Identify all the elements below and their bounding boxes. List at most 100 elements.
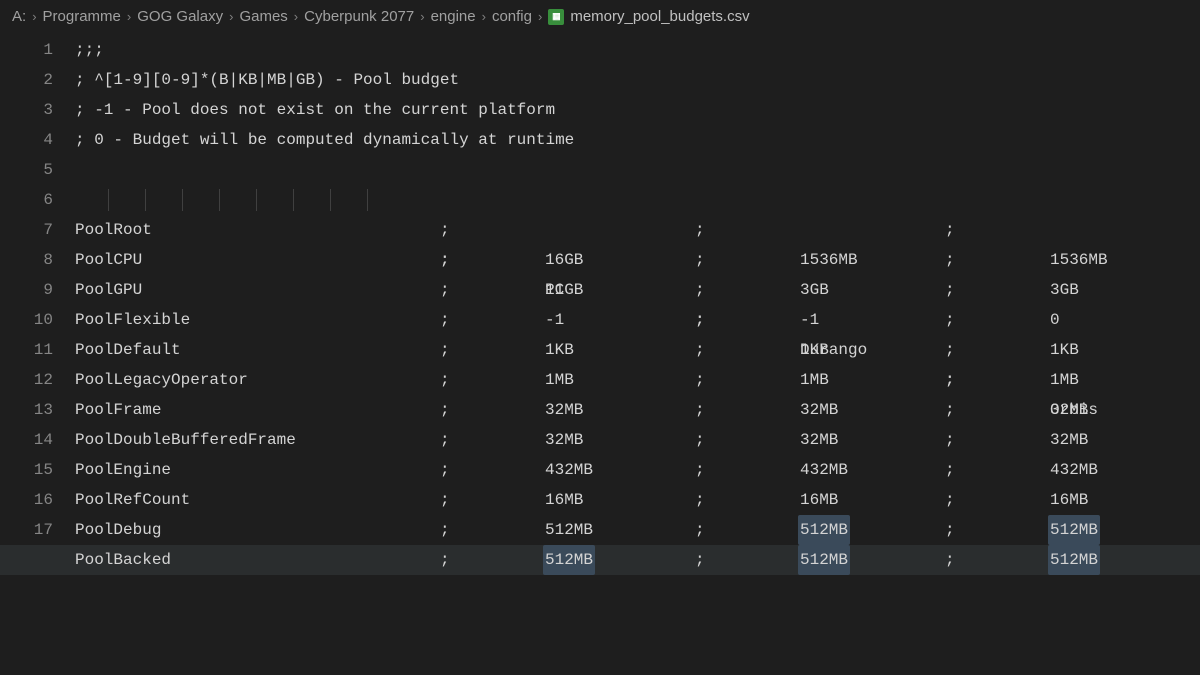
line-number: 2 (0, 65, 53, 95)
data-row[interactable]: PoolRoot;;; (75, 215, 1200, 245)
data-row[interactable]: PoolGPU;11GB;3GB;3GB (75, 275, 1200, 305)
breadcrumb-item-programme[interactable]: Programme (43, 8, 121, 25)
pool-name: PoolDefault (75, 335, 181, 365)
csv-separator: ; (945, 245, 955, 275)
line-number: 15 (0, 455, 53, 485)
csv-separator: ; (440, 455, 450, 485)
pool-name: PoolRoot (75, 215, 152, 245)
breadcrumb-item-engine[interactable]: engine (431, 8, 476, 25)
data-row[interactable]: PoolRefCount;16MB;16MB;16MB (75, 485, 1200, 515)
breadcrumb-item-config[interactable]: config (492, 8, 532, 25)
indent-guides (75, 185, 152, 215)
pool-name: PoolCPU (75, 245, 142, 275)
breadcrumb: A: › Programme › GOG Galaxy › Games › Cy… (0, 0, 1200, 35)
chevron-right-icon: › (482, 9, 486, 24)
value-orbis: 512MB (1048, 545, 1100, 575)
chevron-right-icon: › (538, 9, 542, 24)
data-row[interactable]: PoolDebug;512MB;512MB;512MB (75, 515, 1200, 545)
csv-separator: ; (695, 395, 705, 425)
pool-name: PoolFlexible (75, 305, 190, 335)
code-line[interactable] (75, 155, 1200, 185)
code-editor[interactable]: 1 2 3 4 5 6 7 8 9 10 11 12 13 14 15 16 1… (0, 35, 1200, 672)
line-number: 6 (0, 185, 53, 215)
csv-separator: ; (945, 275, 955, 305)
line-number: 8 (0, 245, 53, 275)
data-row[interactable]: PoolDefault;1KB;1KB;1KB (75, 335, 1200, 365)
data-row[interactable]: PoolDoubleBufferedFrame;32MB;32MB;32MB (75, 425, 1200, 455)
data-row[interactable]: PoolCPU;16GB;1536MB;1536MB (75, 245, 1200, 275)
code-line[interactable]: ; ^[1-9][0-9]*(B|KB|MB|GB) - Pool budget (75, 65, 1200, 95)
header-row[interactable]: ; PC ; Durango ; Orbis (75, 185, 1200, 215)
csv-separator: ; (440, 425, 450, 455)
value-durango: 3GB (800, 275, 829, 305)
csv-separator: ; (945, 305, 955, 335)
csv-separator: ; (695, 305, 705, 335)
value-durango: 16MB (800, 485, 838, 515)
value-pc: 32MB (545, 425, 583, 455)
data-row[interactable]: PoolFrame;32MB;32MB;32MB (75, 395, 1200, 425)
csv-separator: ; (945, 485, 955, 515)
value-pc: 512MB (543, 545, 595, 575)
line-number: 14 (0, 425, 53, 455)
csv-separator: ; (440, 275, 450, 305)
value-pc: 512MB (545, 515, 593, 545)
code-content[interactable]: ;;; ; ^[1-9][0-9]*(B|KB|MB|GB) - Pool bu… (75, 35, 1200, 672)
value-durango: 1KB (800, 335, 829, 365)
chevron-right-icon: › (229, 9, 233, 24)
value-durango: 1536MB (800, 245, 858, 275)
comment-text: ;;; (75, 41, 104, 59)
code-line[interactable]: ; 0 - Budget will be computed dynamicall… (75, 125, 1200, 155)
comment-text: ; 0 - Budget will be computed dynamicall… (75, 131, 574, 149)
csv-separator: ; (695, 425, 705, 455)
line-number-gutter: 1 2 3 4 5 6 7 8 9 10 11 12 13 14 15 16 1… (0, 35, 75, 672)
chevron-right-icon: › (420, 9, 424, 24)
csv-file-icon: ▦ (548, 9, 564, 25)
breadcrumb-item-gog-galaxy[interactable]: GOG Galaxy (137, 8, 223, 25)
breadcrumb-file[interactable]: memory_pool_budgets.csv (570, 8, 749, 25)
line-number: 11 (0, 335, 53, 365)
csv-separator: ; (945, 545, 955, 575)
csv-separator: ; (695, 545, 705, 575)
csv-separator: ; (440, 545, 450, 575)
value-pc: 1KB (545, 335, 574, 365)
csv-separator: ; (695, 215, 705, 245)
csv-separator: ; (695, 365, 705, 395)
breadcrumb-item-cyberpunk-2077[interactable]: Cyberpunk 2077 (304, 8, 414, 25)
csv-separator: ; (945, 335, 955, 365)
line-number: 3 (0, 95, 53, 125)
csv-separator: ; (695, 245, 705, 275)
value-pc: 32MB (545, 395, 583, 425)
value-orbis: 432MB (1050, 455, 1098, 485)
pool-name: PoolRefCount (75, 485, 190, 515)
value-orbis: 3GB (1050, 275, 1079, 305)
value-pc: 11GB (545, 275, 583, 305)
value-orbis: 1MB (1050, 365, 1079, 395)
breadcrumb-drive[interactable]: A: (12, 8, 26, 25)
value-durango: 512MB (798, 545, 850, 575)
line-number: 17 (0, 515, 53, 545)
csv-separator: ; (440, 215, 450, 245)
comment-text: ; ^[1-9][0-9]*(B|KB|MB|GB) - Pool budget (75, 71, 459, 89)
value-orbis: 32MB (1050, 395, 1088, 425)
value-durango: 432MB (800, 455, 848, 485)
csv-separator: ; (440, 335, 450, 365)
csv-separator: ; (695, 455, 705, 485)
value-pc: 16GB (545, 245, 583, 275)
data-row[interactable]: PoolBacked;512MB;512MB;512MB (75, 545, 1200, 575)
value-pc: -1 (545, 305, 564, 335)
csv-separator: ; (945, 365, 955, 395)
data-row[interactable]: PoolLegacyOperator;1MB;1MB;1MB (75, 365, 1200, 395)
value-durango: 32MB (800, 395, 838, 425)
value-orbis: 16MB (1050, 485, 1088, 515)
breadcrumb-item-games[interactable]: Games (239, 8, 287, 25)
line-number: 1 (0, 35, 53, 65)
code-line[interactable]: ; -1 - Pool does not exist on the curren… (75, 95, 1200, 125)
csv-separator: ; (695, 515, 705, 545)
data-row[interactable]: PoolEngine;432MB;432MB;432MB (75, 455, 1200, 485)
data-row[interactable]: PoolFlexible;-1;-1;0 (75, 305, 1200, 335)
csv-separator: ; (695, 275, 705, 305)
csv-separator: ; (695, 485, 705, 515)
line-number: 10 (0, 305, 53, 335)
line-number: 13 (0, 395, 53, 425)
code-line[interactable]: ;;; (75, 35, 1200, 65)
